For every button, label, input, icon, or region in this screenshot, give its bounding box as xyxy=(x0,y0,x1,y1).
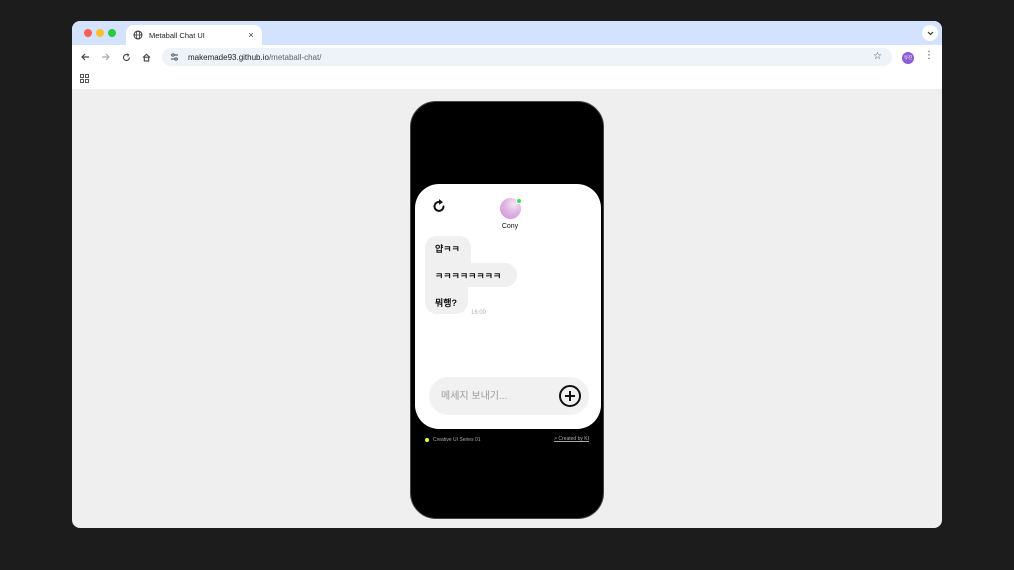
series-label-group: Creative UI Series 01 xyxy=(425,437,481,443)
tab-title: Metaball Chat UI xyxy=(149,30,205,40)
profile-avatar[interactable]: 유진 xyxy=(902,52,914,64)
plus-circle-icon[interactable] xyxy=(559,385,581,407)
message-text: 얍ㅋㅋ xyxy=(435,243,460,254)
chevron-down-icon xyxy=(927,31,933,35)
message-text: 뭐행? xyxy=(435,297,458,308)
message-bubble: ㅋㅋㅋㅋㅋㅋㅋㅋ xyxy=(425,263,517,287)
forward-button[interactable] xyxy=(97,49,113,65)
chat-card: Cony 얍ㅋㅋ ㅋㅋㅋㅋㅋㅋㅋㅋ 뭐행? 16:00 xyxy=(415,184,601,429)
toolbar: makemade93.github.io/metaball-chat/ ☆ 유진… xyxy=(72,45,942,69)
refresh-icon[interactable] xyxy=(431,198,447,214)
message-bubble: 뭐행? xyxy=(425,290,468,314)
series-label: Creative UI Series 01 xyxy=(433,437,481,443)
maximize-window-button[interactable] xyxy=(108,29,116,37)
url-text[interactable]: makemade93.github.io/metaball-chat/ xyxy=(188,53,321,62)
tab-metaball-chat[interactable]: Metaball Chat UI × xyxy=(126,25,262,45)
more-menu-icon[interactable]: ⋮ xyxy=(924,51,934,61)
reload-button[interactable] xyxy=(118,49,134,65)
forward-arrow-icon xyxy=(101,53,110,61)
minimize-window-button[interactable] xyxy=(96,29,104,37)
created-by-link[interactable]: > Created by KI xyxy=(554,436,589,442)
message-timestamp: 16:00 xyxy=(471,310,487,316)
message-text: ㅋㅋㅋㅋㅋㅋㅋㅋ xyxy=(435,270,502,281)
site-info-icon[interactable] xyxy=(168,51,180,63)
reload-icon xyxy=(122,52,130,61)
browser-window: Metaball Chat UI × makemade93.github.io/… xyxy=(72,21,942,528)
contact-name: Cony xyxy=(501,223,519,230)
tab-strip: Metaball Chat UI × xyxy=(72,21,942,45)
back-button[interactable] xyxy=(77,49,93,65)
back-arrow-icon xyxy=(80,53,89,61)
url-path: /metaball-chat/ xyxy=(268,52,322,62)
online-status-dot xyxy=(516,198,522,204)
url-host: makemade93.github.io xyxy=(188,52,269,62)
star-icon[interactable]: ☆ xyxy=(873,51,882,62)
accent-dot xyxy=(425,438,429,442)
tab-search-button[interactable] xyxy=(922,25,938,41)
message-bubble: 얍ㅋㅋ xyxy=(425,236,471,260)
globe-icon xyxy=(132,29,144,41)
close-window-button[interactable] xyxy=(84,29,92,37)
message-composer xyxy=(429,377,589,415)
bookmarks-bar xyxy=(72,69,942,89)
address-bar[interactable]: makemade93.github.io/metaball-chat/ ☆ xyxy=(162,48,892,66)
apps-grid-icon[interactable] xyxy=(80,74,89,83)
phone-frame: Cony 얍ㅋㅋ ㅋㅋㅋㅋㅋㅋㅋㅋ 뭐행? 16:00 Creative UI … xyxy=(410,101,604,519)
message-input[interactable] xyxy=(441,377,551,415)
home-icon xyxy=(142,52,150,62)
tab-close-icon[interactable]: × xyxy=(244,30,258,40)
home-button[interactable] xyxy=(138,49,154,65)
